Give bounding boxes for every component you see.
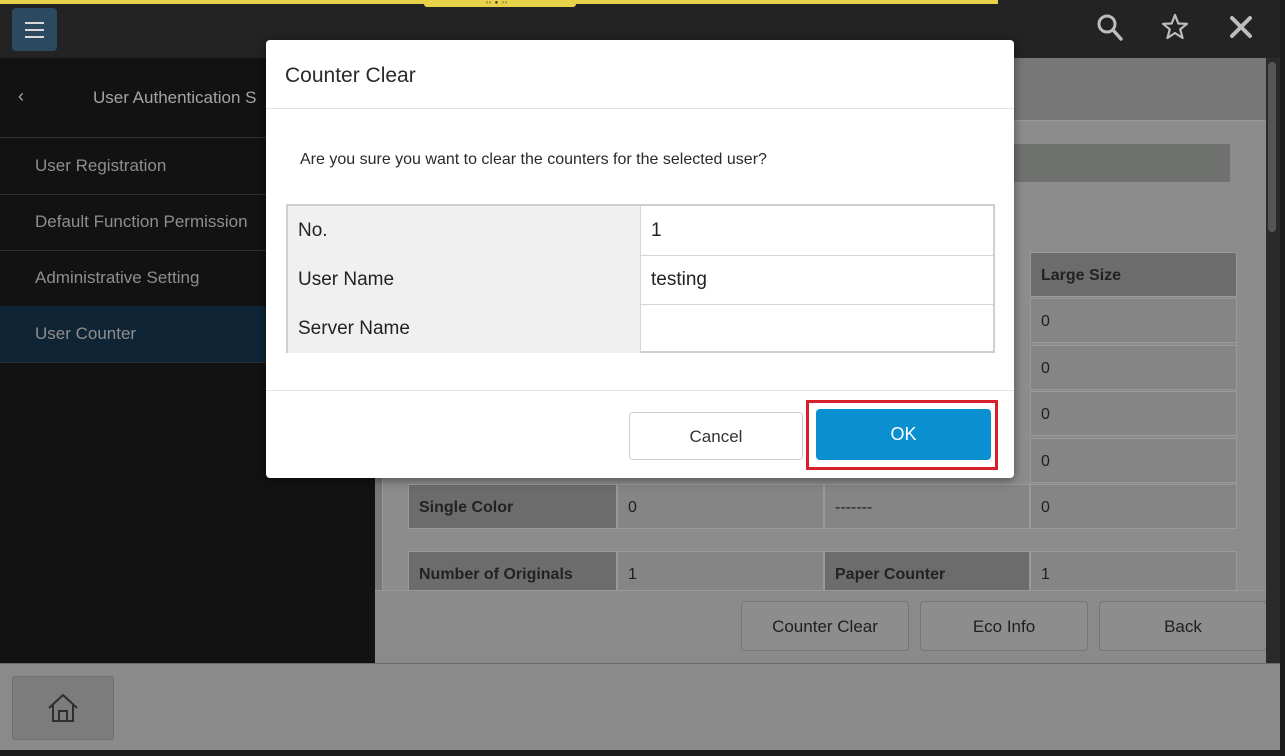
home-icon <box>48 694 78 722</box>
header-large-size: Large Size <box>1030 252 1237 297</box>
row-value: 1 <box>651 220 662 241</box>
row-value: testing <box>651 269 707 290</box>
row-key: Server Name <box>288 304 641 353</box>
user-info-table: No. 1 User Name testing Server Name <box>286 204 995 353</box>
chevron-left-icon[interactable]: ‹ <box>18 86 32 106</box>
counter-clear-button[interactable]: Counter Clear <box>741 601 909 651</box>
close-button[interactable] <box>1226 12 1256 44</box>
counter-clear-dialog: Counter Clear Are you sure you want to c… <box>266 40 1014 478</box>
cancel-button[interactable]: Cancel <box>629 412 803 460</box>
single-color-cell: 0 <box>1030 484 1237 529</box>
action-bar: Counter Clear Eco Info Back <box>375 590 1280 663</box>
single-color-cell: 0 <box>617 484 824 529</box>
large-size-cell: 0 <box>1030 345 1237 390</box>
home-button[interactable] <box>12 676 114 740</box>
menu-button[interactable] <box>12 8 57 51</box>
dialog-message: Are you sure you want to clear the count… <box>300 151 767 168</box>
table-row: User Name testing <box>288 255 993 305</box>
drag-handle[interactable]: ‹‹ ● ›› <box>424 0 576 7</box>
table-row: No. 1 <box>288 206 993 256</box>
search-icon <box>1097 14 1123 41</box>
single-color-label: Single Color <box>408 484 617 529</box>
dialog-title: Counter Clear <box>285 64 416 87</box>
scrollbar-thumb[interactable] <box>1268 62 1276 232</box>
scrollbar[interactable] <box>1266 58 1280 663</box>
large-size-cell: 0 <box>1030 391 1237 436</box>
ok-button[interactable]: OK <box>816 409 991 460</box>
footer-bar <box>0 663 1280 750</box>
table-row: Server Name <box>288 304 993 353</box>
close-icon <box>1230 16 1252 38</box>
divider <box>266 108 1014 109</box>
favorite-button[interactable] <box>1160 12 1190 44</box>
drag-handle-glyph: ‹‹ ● ›› <box>486 0 508 6</box>
search-button[interactable] <box>1095 12 1125 44</box>
single-color-cell: ------- <box>824 484 1030 529</box>
row-key: User Name <box>288 255 641 304</box>
screen: ‹‹ ● ›› ‹ User Authentication S User Reg… <box>0 0 1280 750</box>
eco-info-button[interactable]: Eco Info <box>920 601 1088 651</box>
sidebar-title: User Authentication S <box>93 88 257 107</box>
star-icon <box>1161 13 1189 40</box>
row-value <box>641 304 993 353</box>
row-key: No. <box>288 206 641 255</box>
large-size-cell: 0 <box>1030 298 1237 343</box>
back-button[interactable]: Back <box>1099 601 1267 651</box>
large-size-cell: 0 <box>1030 438 1237 483</box>
divider <box>266 390 1014 391</box>
